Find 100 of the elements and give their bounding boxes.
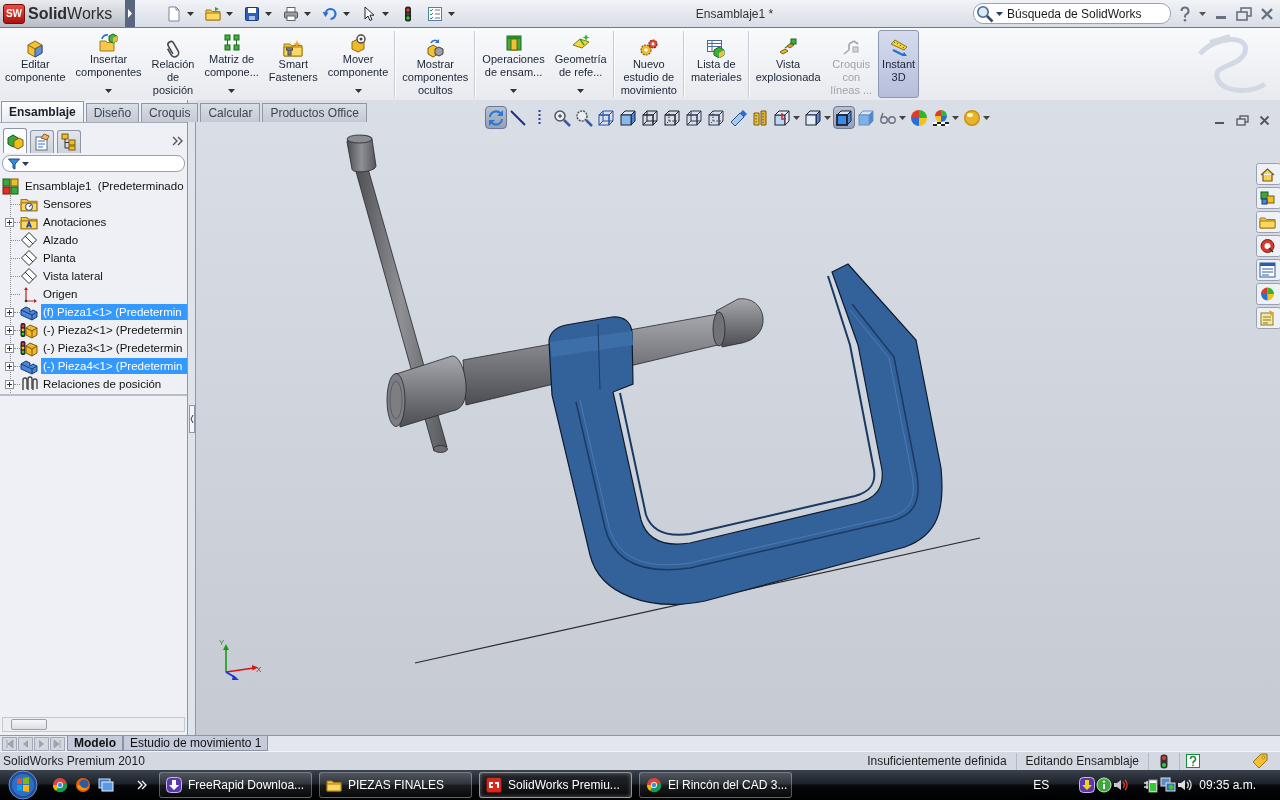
expand-icon[interactable]	[5, 379, 14, 389]
double-chevron-icon[interactable]	[172, 135, 183, 146]
paperclips-icon	[20, 375, 38, 393]
taskbar-button[interactable]: FreeRapid Downloa...	[159, 772, 312, 798]
bottom-tab[interactable]: Estudio de movimiento 1	[123, 736, 269, 751]
panel-tab[interactable]	[3, 128, 27, 153]
caret-icon	[226, 11, 233, 16]
download-arrow-icon	[166, 777, 182, 793]
close-icon[interactable]	[1259, 115, 1270, 126]
wireframe-cube-icon	[706, 108, 725, 127]
list-window-icon[interactable]	[1256, 259, 1280, 281]
panel-tab[interactable]	[30, 130, 54, 153]
product-name: SolidWorks Premium 2010	[2, 754, 146, 768]
search-field[interactable]: Búsqueda de SolidWorks	[973, 3, 1171, 24]
z-axis-arrow	[225, 671, 239, 680]
restore-icon[interactable]	[1236, 115, 1249, 126]
window-stack-icon[interactable]	[98, 777, 114, 793]
ribbon-button[interactable]: Relación de posición	[147, 30, 199, 98]
save-icon	[244, 5, 260, 22]
taskbar-button[interactable]: SolidWorks Premiu...	[479, 772, 632, 798]
horizontal-scrollbar[interactable]	[2, 717, 185, 732]
expand-icon[interactable]	[5, 343, 14, 353]
ring-icon[interactable]	[1256, 235, 1280, 257]
caret-icon	[996, 11, 1003, 16]
view-tool-button[interactable]	[832, 106, 855, 129]
tree-item[interactable]: Anotaciones	[41, 214, 109, 230]
tree-item[interactable]: Ensamblaje1 (Predeterminado	[23, 178, 186, 194]
ribbon-button[interactable]: Matriz de compone...	[200, 30, 263, 98]
gears-icon	[638, 38, 659, 58]
ribbon-button[interactable]: Mover componente	[323, 30, 393, 98]
stacked-cubes-icon	[2, 177, 20, 195]
caret-icon	[265, 11, 272, 16]
command-tab[interactable]: Calcular	[200, 103, 261, 122]
close-icon[interactable]	[1260, 6, 1274, 21]
ribbon-button[interactable]: Lista de materiales	[686, 30, 746, 98]
command-tab[interactable]: Ensamblaje	[1, 101, 84, 122]
part-signal-icon	[20, 321, 38, 339]
expand-icon[interactable]	[5, 361, 14, 371]
cube-ring-icon	[348, 33, 368, 53]
ribbon-button[interactable]: Editar componente	[1, 30, 70, 98]
tree-item[interactable]: Vista lateral	[41, 268, 105, 284]
command-tab[interactable]: Productos Office	[262, 103, 367, 122]
block-grid-icon	[221, 33, 242, 53]
browser-icon[interactable]	[75, 777, 91, 793]
command-tab[interactable]: Croquis	[141, 103, 199, 122]
x-axis-arrow	[225, 665, 258, 673]
caret-icon	[448, 11, 455, 16]
wireframe-cube-icon	[684, 108, 703, 127]
tree-item[interactable]: Planta	[41, 250, 78, 266]
info-icon[interactable]	[1096, 777, 1113, 793]
expand-icon[interactable]	[5, 325, 14, 335]
cube-cut-icon	[503, 33, 524, 53]
tree-item[interactable]: Sensores	[41, 196, 94, 212]
traffic-light-icon[interactable]	[1159, 753, 1169, 769]
tree-item[interactable]: (-) Pieza2<1> (Predetermin	[41, 322, 185, 338]
search-icon	[976, 4, 994, 23]
tree-item[interactable]: Relaciones de posición	[41, 376, 164, 392]
ribbon-button[interactable]: Operaciones de ensam...	[478, 30, 549, 98]
help-icon[interactable]	[1186, 754, 1200, 768]
speaker-icon[interactable]	[1177, 777, 1194, 793]
tree-item[interactable]: Alzado	[41, 232, 81, 248]
ribbon-button[interactable]: Smart Fasteners	[264, 30, 322, 98]
caret-icon	[343, 11, 350, 16]
language-indicator[interactable]: ES	[1033, 778, 1050, 792]
ribbon-button[interactable]: Vista explosionada	[751, 30, 825, 98]
blocks-icon[interactable]	[1256, 187, 1280, 209]
folder-icon	[326, 777, 342, 793]
splitter-handle[interactable]	[188, 405, 195, 433]
ribbon-button[interactable]: Geometría de refe...	[550, 30, 611, 98]
tree-item[interactable]: (-) Pieza3<1> (Predetermin	[41, 340, 185, 356]
scrollbar-thumb[interactable]	[11, 719, 47, 730]
ribbon-button[interactable]: Mostrar componentes ocultos	[398, 30, 473, 98]
bottom-tab[interactable]: Modelo	[67, 736, 123, 751]
ribbon-button[interactable]: Instant 3D	[878, 30, 920, 98]
clipboard-icon	[33, 133, 51, 151]
browser-icon[interactable]	[52, 777, 68, 793]
ribbon-button[interactable]: Insertar componentes	[71, 30, 146, 98]
download-arrow-icon[interactable]	[1079, 777, 1096, 793]
document-icon	[166, 5, 182, 22]
printer-icon	[283, 5, 299, 22]
ribbon-button[interactable]: Nuevo estudio de movimiento	[616, 30, 681, 98]
panel-tab[interactable]	[57, 130, 81, 153]
filter-field[interactable]	[2, 155, 185, 172]
home-icon[interactable]	[1256, 163, 1280, 185]
tag-icon[interactable]	[1252, 753, 1268, 769]
help-icon[interactable]	[1179, 5, 1191, 22]
power-plug-icon[interactable]	[1143, 777, 1160, 793]
restore-icon[interactable]	[1236, 6, 1252, 21]
start-orb-icon[interactable]	[8, 770, 38, 800]
taskbar-button[interactable]: El Rincón del CAD 3...	[639, 772, 792, 798]
command-tab[interactable]: Diseño	[85, 103, 140, 122]
color-ball-icon	[909, 108, 928, 127]
taskbar-button[interactable]: PIEZAS FINALES	[319, 772, 472, 798]
clock[interactable]: 09:35 a.m.	[1199, 778, 1256, 792]
expand-icon[interactable]	[5, 307, 14, 317]
speaker-icon[interactable]	[1113, 777, 1130, 793]
expand-icon[interactable]	[5, 217, 14, 227]
network-icon[interactable]	[1160, 777, 1177, 793]
wireframe-cube-icon	[596, 108, 615, 127]
tree-item[interactable]: Origen	[41, 286, 80, 302]
